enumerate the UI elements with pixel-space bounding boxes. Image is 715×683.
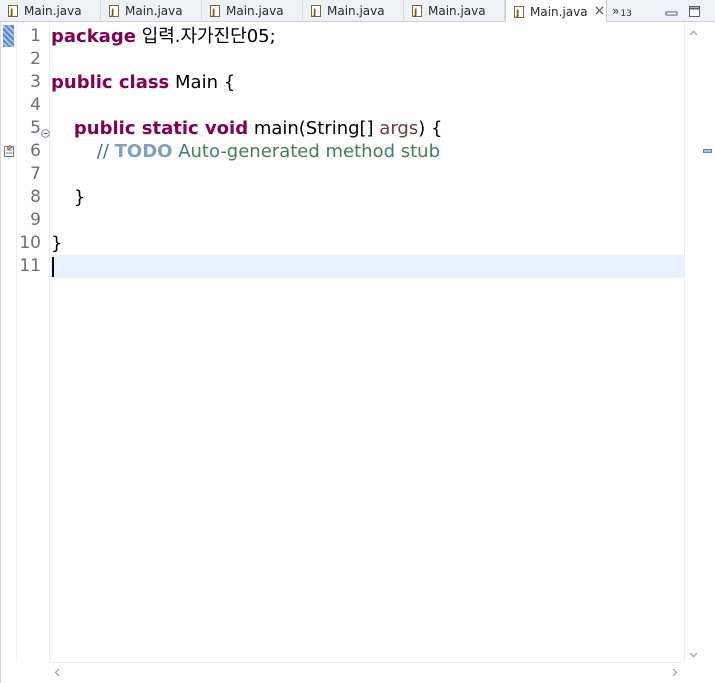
line-number: 7 — [30, 164, 41, 184]
tab-label: Main.java — [428, 4, 486, 18]
java-file-icon: J — [514, 5, 524, 18]
line-number: 11 — [19, 256, 41, 276]
method-signature: main(String[] — [248, 118, 380, 139]
horizontal-scrollbar[interactable] — [50, 662, 684, 679]
scroll-left-icon[interactable] — [54, 667, 60, 680]
fold-collapse-icon[interactable] — [41, 123, 50, 138]
java-code-editor[interactable]: 1 2 3 4 5 6 7 8 9 10 11 package 입력.자가진단0… — [0, 22, 715, 683]
scroll-right-icon[interactable] — [672, 667, 678, 680]
java-file-icon: J — [210, 5, 220, 17]
package-name: 입력.자가진단05; — [135, 26, 276, 47]
line-number: 3 — [30, 72, 41, 92]
editor-tab-bar: J Main.java J Main.java J Main.java J Ma… — [0, 0, 715, 23]
tab-label: Main.java — [226, 4, 284, 18]
tab-overflow-button[interactable]: » 13 — [612, 0, 652, 22]
code-line-8: } — [51, 187, 86, 208]
svg-text:J: J — [413, 8, 417, 17]
svg-text:J: J — [110, 8, 114, 17]
tab-main-java-3[interactable]: J Main.java — [202, 0, 303, 22]
svg-text:J: J — [9, 8, 13, 17]
line-number: 4 — [30, 95, 41, 115]
java-file-icon: J — [8, 5, 18, 17]
vertical-scrollbar[interactable] — [684, 22, 701, 662]
code-line-3: public class Main { — [51, 71, 235, 94]
class-declaration: Main { — [169, 72, 236, 93]
code-text-area[interactable]: package 입력.자가진단05; public class Main { p… — [51, 22, 684, 662]
tab-label: Main.java — [327, 4, 385, 18]
tab-main-java-5[interactable]: J Main.java — [404, 0, 505, 22]
tab-main-java-1[interactable]: J Main.java — [0, 0, 101, 22]
code-line-6: // TODO Auto-generated method stub — [51, 140, 440, 163]
line-number: 2 — [30, 49, 41, 69]
keyword: public class — [51, 72, 170, 93]
line-number: 8 — [30, 187, 41, 207]
overview-ruler[interactable] — [701, 22, 715, 662]
line-number: 1 — [30, 26, 41, 46]
minimize-icon[interactable] — [663, 5, 681, 17]
code-line-1: package 입력.자가진단05; — [51, 25, 276, 48]
line-number: 5 — [30, 118, 41, 138]
task-marker-icon[interactable] — [3, 143, 16, 157]
maximize-icon[interactable] — [688, 4, 702, 18]
scroll-down-icon[interactable] — [689, 648, 698, 661]
comment-text: Auto-generated method stub — [172, 141, 441, 162]
method-signature-end: ) { — [418, 118, 443, 139]
overflow-count: 13 — [620, 9, 632, 19]
keyword: public static void — [73, 118, 249, 139]
tab-main-java-2[interactable]: J Main.java — [101, 0, 202, 22]
overflow-chevron-icon: » — [612, 4, 620, 18]
annotation-ruler — [1, 22, 17, 662]
line-number-ruler: 1 2 3 4 5 6 7 8 9 10 11 — [17, 22, 50, 662]
current-line-highlight — [51, 255, 684, 278]
tab-main-java-active[interactable]: J Main.java — [505, 0, 607, 23]
svg-text:J: J — [515, 9, 519, 18]
tab-label: Main.java — [24, 4, 82, 18]
task-overview-marker[interactable] — [703, 149, 712, 153]
line-number: 9 — [30, 210, 41, 230]
quick-diff-marker — [3, 25, 14, 47]
java-file-icon: J — [311, 5, 321, 17]
line-number: 10 — [19, 233, 41, 253]
java-file-icon: J — [109, 5, 119, 17]
scroll-up-icon[interactable] — [689, 26, 698, 39]
code-line-10: } — [51, 233, 63, 254]
svg-text:J: J — [312, 8, 316, 17]
code-line-5: public static void main(String[] args) { — [51, 117, 443, 140]
todo-tag: TODO — [114, 141, 173, 162]
text-cursor — [52, 257, 54, 277]
tab-label: Main.java — [530, 4, 588, 19]
tab-label: Main.java — [125, 4, 183, 18]
svg-text:J: J — [211, 8, 215, 17]
parameter-name: args — [379, 118, 419, 139]
line-number: 6 — [30, 141, 41, 161]
close-tab-icon[interactable] — [595, 6, 604, 17]
comment-prefix: // — [96, 141, 115, 162]
tab-main-java-4[interactable]: J Main.java — [303, 0, 404, 22]
keyword: package — [51, 26, 136, 47]
java-file-icon: J — [412, 5, 422, 17]
